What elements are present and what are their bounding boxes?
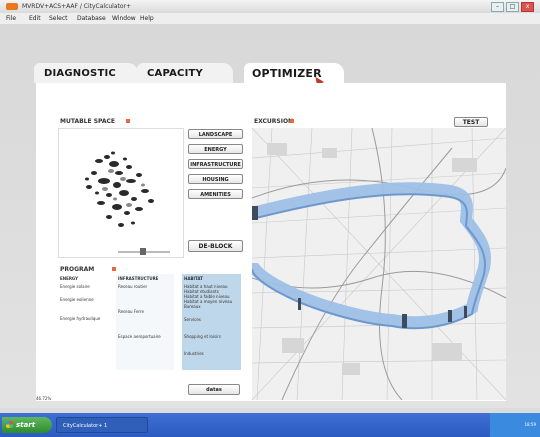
window-controls: – □ x xyxy=(491,2,534,12)
program-header: INFRASTRUCTURE xyxy=(118,276,159,281)
program-column-energy: ENERGY Energie solaire Energie eolienne … xyxy=(58,274,116,370)
blob-cluster-graphic xyxy=(85,151,154,227)
program-column-infrastructure: INFRASTRUCTURE Reseau routier Reseau Fer… xyxy=(116,274,174,370)
mutable-space-label: MUTABLE SPACE xyxy=(60,118,116,125)
program-cell[interactable]: Energie eolienne xyxy=(60,297,116,302)
program-cell[interactable]: Reseau routier xyxy=(118,284,174,289)
energy-button[interactable]: ENERGY xyxy=(188,144,243,154)
menu-help[interactable]: Help xyxy=(140,13,154,24)
deblock-button[interactable]: DE-BLOCK xyxy=(188,240,243,252)
windows-logo-icon xyxy=(6,421,13,428)
tab-capacity[interactable]: CAPACITY xyxy=(137,63,233,83)
city-map-graphic xyxy=(252,128,506,400)
app-icon xyxy=(6,3,18,10)
close-button[interactable]: x xyxy=(521,2,534,12)
system-tray: 18:59 xyxy=(490,413,540,437)
taskbar: start CityCalculator+ 1 18:59 xyxy=(0,413,540,437)
amenities-button[interactable]: AMENITIES xyxy=(188,189,243,199)
program-indicator-icon xyxy=(112,267,116,271)
datas-button[interactable]: datas xyxy=(188,384,240,395)
program-cell[interactable]: Services xyxy=(184,317,241,322)
menu-file[interactable]: File xyxy=(6,13,16,24)
housing-button[interactable]: HOUSING xyxy=(188,174,243,184)
program-table: ENERGY Energie solaire Energie eolienne … xyxy=(58,274,241,370)
zoom-status: 46.72% xyxy=(36,396,52,401)
program-label: PROGRAM xyxy=(60,266,95,273)
menu-window[interactable]: Window xyxy=(112,13,136,24)
program-cell[interactable]: Industries xyxy=(184,351,241,356)
tab-optimizer[interactable]: OPTIMIZER xyxy=(244,63,344,83)
excursion-3d-view[interactable] xyxy=(252,128,506,400)
taskbar-item-citycalculator[interactable]: CityCalculator+ 1 xyxy=(56,417,148,433)
clock: 18:59 xyxy=(524,422,536,427)
mutable-space-indicator-icon xyxy=(126,119,130,123)
maximize-button[interactable]: □ xyxy=(506,2,519,12)
title-bar: MVRDV+ACS+AAF / CityCalculator+ – □ x xyxy=(0,0,540,13)
mutable-space-map[interactable] xyxy=(58,128,184,258)
program-cell[interactable]: Energie solaire xyxy=(60,284,116,289)
program-cell[interactable]: Energie hydraulique xyxy=(60,316,116,321)
landscape-button[interactable]: LANDSCAPE xyxy=(188,129,243,139)
program-cell[interactable]: Shopping et loisirs xyxy=(184,334,241,339)
menu-edit[interactable]: Edit xyxy=(29,13,41,24)
minimize-button[interactable]: – xyxy=(491,2,504,12)
test-button[interactable]: TEST xyxy=(454,117,488,127)
program-header: HABITAT xyxy=(184,276,203,281)
program-column-habitat: HABITAT Habitat a haut niveau Habitat et… xyxy=(182,274,241,370)
mutable-space-slider-handle[interactable] xyxy=(140,248,146,255)
menu-bar: File Edit Select Database Window Help xyxy=(0,13,540,24)
start-label: start xyxy=(16,421,36,429)
program-cell[interactable]: Espace aeroportuaire xyxy=(118,334,174,339)
menu-database[interactable]: Database xyxy=(77,13,106,24)
program-cell[interactable]: Reseau Ferre xyxy=(118,309,174,314)
window-title: MVRDV+ACS+AAF / CityCalculator+ xyxy=(22,3,132,10)
program-cell[interactable]: Bureaux xyxy=(184,304,241,309)
infrastructure-button[interactable]: INFRASTRUCTURE xyxy=(188,159,243,169)
start-button[interactable]: start xyxy=(2,417,52,433)
tab-diagnostic[interactable]: DIAGNOSTIC xyxy=(34,63,138,83)
menu-select[interactable]: Select xyxy=(49,13,68,24)
excursion-label: EXCURSION xyxy=(254,118,294,125)
excursion-indicator-icon xyxy=(290,119,294,123)
program-header: ENERGY xyxy=(60,276,78,281)
